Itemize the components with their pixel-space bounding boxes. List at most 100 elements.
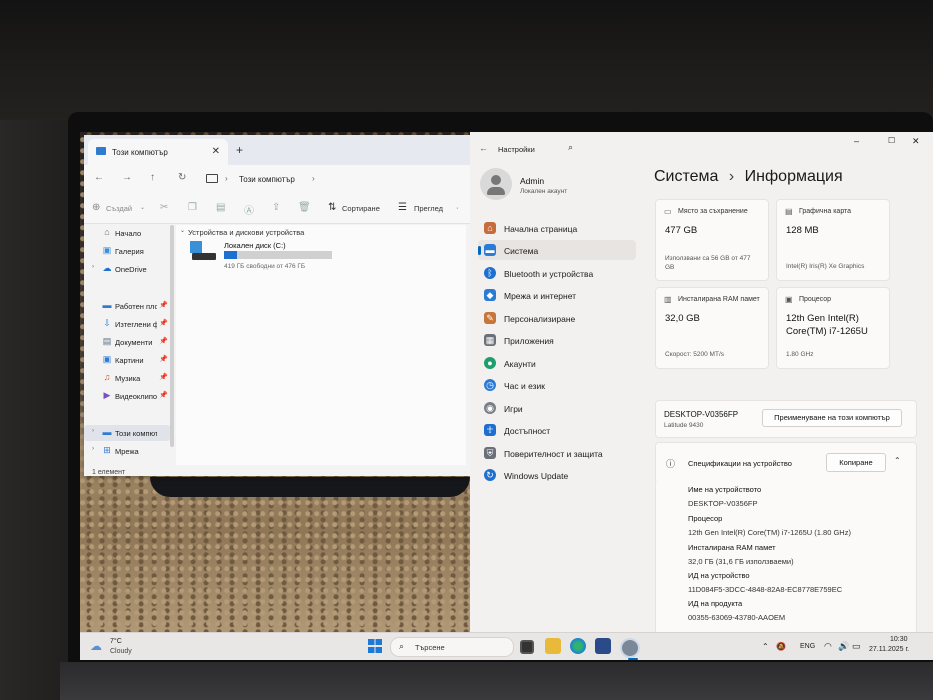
explorer-tab[interactable]: Този компютър ✕	[88, 139, 228, 165]
task-view-icon[interactable]	[520, 640, 534, 654]
sort-button[interactable]: Сортиране	[342, 204, 380, 213]
storage-value: 477 GB	[665, 225, 698, 236]
spec-label: ИД на устройство	[688, 571, 750, 580]
edge-icon[interactable]	[570, 638, 586, 654]
drive-name: Локален диск (C:)	[224, 241, 286, 250]
breadcrumb-separator: ›	[728, 168, 735, 185]
sidebar-item-this-pc[interactable]: › ▬ Този компютър	[84, 425, 170, 441]
nav-item-accounts[interactable]: ● Акаунти	[478, 353, 636, 373]
laptop-screen: Този компютър ✕ + ← → ↑ ↻ › Този компютъ…	[80, 132, 933, 660]
minimize-icon[interactable]: –	[854, 136, 859, 146]
close-icon[interactable]: ✕	[912, 136, 920, 147]
more-options-icon[interactable]: ·	[456, 203, 459, 212]
nav-item-label: Акаунти	[504, 359, 536, 369]
clock-time[interactable]: 10:30	[890, 636, 908, 643]
clock-globe-icon: ◷	[484, 379, 496, 391]
nav-item-bluetooth[interactable]: ᛒ Bluetooth и устройства	[478, 263, 636, 283]
info-icon: ⓘ	[666, 459, 676, 469]
nav-item-windows-update[interactable]: ↻ Windows Update	[478, 465, 636, 485]
chevron-down-icon: ⌄	[140, 205, 146, 211]
bell-mute-icon[interactable]: 🔕	[776, 642, 786, 651]
settings-gear-icon[interactable]	[620, 638, 640, 658]
sidebar-item-gallery[interactable]: ▣ Галерия	[84, 243, 170, 259]
device-specs-header[interactable]: ⓘ Спецификации на устройство Копиране ⌃	[655, 442, 917, 484]
pin-icon: 📌	[159, 374, 168, 381]
close-tab-icon[interactable]: ✕	[212, 146, 220, 157]
nav-item-home[interactable]: ⌂ Начална страница	[478, 218, 636, 238]
view-button[interactable]: Преглед	[414, 204, 443, 213]
language-indicator[interactable]: ENG	[800, 643, 815, 650]
settings-title: Настройки	[498, 145, 535, 154]
breadcrumb-parent[interactable]: Система	[654, 168, 718, 185]
sidebar-item-downloads[interactable]: ⇩ Изтеглени файлове 📌	[84, 316, 170, 332]
new-tab-button[interactable]: +	[236, 143, 243, 157]
ram-label: Инсталирана RAM памет	[678, 296, 760, 303]
rename-icon[interactable]: Ⓐ	[244, 202, 254, 217]
up-icon[interactable]: ↑	[150, 172, 155, 183]
delete-icon[interactable]: 🗑	[298, 202, 311, 213]
chevron-up-icon[interactable]: ⌃	[762, 642, 769, 651]
store-icon[interactable]	[595, 638, 611, 654]
paste-icon[interactable]: ▤	[216, 202, 225, 213]
new-button[interactable]: Създай	[106, 204, 132, 213]
maximize-icon[interactable]: ☐	[888, 136, 895, 145]
sidebar-item-label: Видеоклипове	[115, 392, 157, 401]
search-icon[interactable]: ⌕	[568, 142, 573, 153]
storage-card[interactable]: ▭ Място за съхранение 477 GB Използвани …	[655, 199, 769, 281]
nav-item-time-language[interactable]: ◷ Час и език	[478, 375, 636, 395]
sidebar-item-desktop[interactable]: ▬ Работен плот 📌	[84, 298, 170, 314]
chevron-down-icon[interactable]: ⌄	[180, 227, 185, 234]
cut-icon[interactable]: ✂	[160, 202, 168, 213]
page-title: Информация	[744, 168, 843, 185]
sidebar-item-music[interactable]: ♫ Музика 📌	[84, 370, 170, 386]
weather-widget[interactable]: ☁ 7°C Cloudy	[88, 636, 158, 658]
nav-item-network[interactable]: ◆ Мрежа и интернет	[478, 285, 636, 305]
copy-icon[interactable]: ❐	[188, 202, 197, 213]
user-name: Admin	[520, 176, 545, 186]
refresh-icon[interactable]: ↻	[178, 172, 186, 183]
back-icon[interactable]: ←	[479, 143, 488, 153]
explorer-address-row: ← → ↑ ↻ › Този компютър ›	[84, 165, 471, 193]
file-explorer-icon[interactable]	[545, 638, 561, 654]
spec-label: Име на устройството	[688, 485, 762, 494]
sidebar-item-pictures[interactable]: ▣ Картини 📌	[84, 352, 170, 368]
specs-title: Спецификации на устройство	[688, 459, 792, 468]
sidebar-item-network[interactable]: › ⊞ Мрежа	[84, 443, 170, 459]
user-profile[interactable]: Admin Локален акаунт	[480, 168, 630, 202]
taskbar-search-box[interactable]: ⌕ Търсене	[390, 637, 514, 657]
clock-date[interactable]: 27.11.2025 г.	[869, 646, 909, 653]
rename-pc-button[interactable]: Преименуване на този компютър	[762, 409, 902, 427]
cloud-icon: ☁	[90, 639, 102, 653]
copy-button[interactable]: Копиране	[826, 453, 886, 472]
nav-item-personalization[interactable]: ✎ Персонализиране	[478, 308, 636, 328]
computer-icon: ▬	[102, 427, 112, 437]
cpu-card[interactable]: ▣ Процесор 12th Gen Intel(R) Core(TM) i7…	[776, 287, 890, 369]
sidebar-item-onedrive[interactable]: › ☁ OneDrive	[84, 261, 170, 277]
explorer-navigation-pane: ⌂ Начало ▣ Галерия › ☁ OneDrive ▬ Работе…	[84, 225, 174, 465]
sidebar-item-home[interactable]: ⌂ Начало	[84, 225, 170, 241]
ram-card[interactable]: ▥ Инсталирана RAM памет 32,0 GB Скорост:…	[655, 287, 769, 369]
share-icon[interactable]: ⇪	[272, 202, 280, 213]
video-icon: ▶	[103, 390, 111, 400]
battery-icon[interactable]: ▭	[852, 641, 861, 652]
nav-item-privacy[interactable]: ⛨ Поверителност и защита	[478, 443, 636, 463]
drive-tile[interactable]: Локален диск (C:) 419 ГБ свободни от 476…	[188, 239, 338, 273]
address-bar-text[interactable]: Този компютър	[239, 175, 295, 184]
nav-item-system[interactable]: ▬ Система	[478, 240, 636, 260]
pin-icon: 📌	[159, 392, 168, 399]
back-icon[interactable]: ←	[94, 172, 104, 183]
forward-icon[interactable]: →	[122, 172, 132, 183]
cpu-label: Процесор	[799, 296, 832, 303]
sidebar-item-documents[interactable]: ▤ Документи 📌	[84, 334, 170, 350]
nav-item-apps[interactable]: ▦ Приложения	[478, 330, 636, 350]
sidebar-item-videos[interactable]: ▶ Видеоклипове 📌	[84, 388, 170, 404]
chevron-up-icon[interactable]: ⌃	[894, 456, 901, 465]
wifi-icon[interactable]: ◠	[824, 641, 832, 652]
nav-item-accessibility[interactable]: ☥ Достъпност	[478, 420, 636, 440]
navigation-scrollbar[interactable]	[170, 225, 174, 447]
volume-icon[interactable]: 🔊	[838, 641, 849, 652]
wifi-icon: ◆	[484, 289, 496, 301]
gpu-card[interactable]: ▤ Графична карта 128 MB Intel(R) Iris(R)…	[776, 199, 890, 281]
nav-item-gaming[interactable]: ◉ Игри	[478, 398, 636, 418]
download-icon: ⇩	[103, 318, 111, 328]
